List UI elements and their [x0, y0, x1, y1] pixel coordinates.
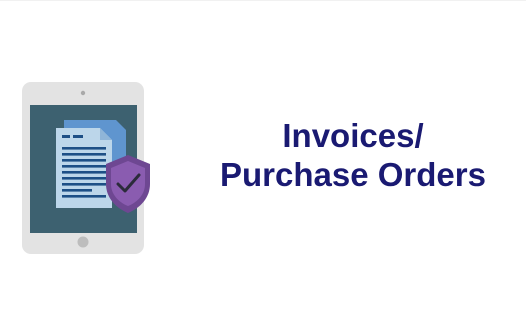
title-line-2: Purchase Orders [220, 156, 486, 193]
tablet-document-shield-icon [22, 82, 150, 254]
title-block: Invoices/ Purchase Orders [180, 116, 526, 194]
page: Invoices/ Purchase Orders [0, 0, 526, 317]
tablet-camera [80, 90, 86, 96]
tablet-home-button [77, 236, 89, 248]
divider [0, 0, 526, 1]
title-line-1: Invoices/ [282, 117, 424, 154]
